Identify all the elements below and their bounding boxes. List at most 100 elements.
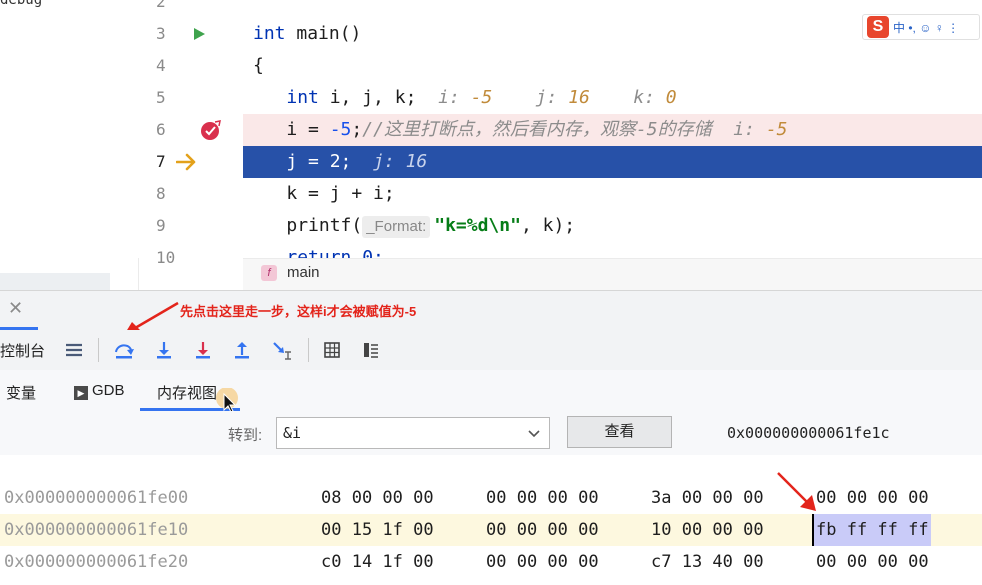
chevron-down-icon[interactable]: [527, 426, 541, 440]
memory-table[interactable]: 0x000000000061fe00 08 00 00 00 00 00 00 …: [0, 455, 982, 585]
execution-point-arrow-icon: [176, 153, 196, 171]
code-text: j = 2;: [286, 151, 352, 172]
run-to-cursor-icon[interactable]: [268, 336, 296, 364]
line-gutter[interactable]: 2 3 4 5 6 7 8 9 10: [138, 0, 243, 267]
goto-address-input[interactable]: &i: [276, 417, 550, 449]
console-tab[interactable]: 控制台: [0, 340, 45, 361]
ime-toolbar[interactable]: S 中 •, ☺ ♀ ⋮: [862, 14, 980, 40]
code-line[interactable]: {: [253, 50, 982, 82]
breadcrumb-item[interactable]: main: [287, 264, 320, 281]
code-line[interactable]: k = j + i;: [243, 178, 982, 210]
code-text: i =: [286, 119, 330, 140]
address-readout: 0x000000000061fe1c: [727, 424, 890, 442]
keyword: int: [253, 23, 286, 44]
function-icon: f: [261, 265, 277, 281]
byte-group[interactable]: 00 00 00 00: [486, 482, 599, 514]
debug-toolbar: 控制台: [0, 330, 982, 371]
keyword: int: [286, 87, 319, 108]
gutter-line[interactable]: 7: [138, 146, 243, 178]
line-number: 3: [156, 24, 166, 43]
breakpoint-icon[interactable]: [200, 119, 222, 141]
code-comment: //这里打断点，然后看内存，观察-5的存储: [362, 119, 712, 140]
string-literal: "k=%d\n": [434, 215, 521, 236]
code-line[interactable]: return 0;: [243, 242, 982, 258]
code-line-breakpoint[interactable]: i = -5;//这里打断点，然后看内存，观察-5的存储 i: -5: [243, 114, 982, 146]
number-literal: -5: [329, 119, 352, 140]
step-out-icon[interactable]: [228, 336, 256, 364]
step-over-icon[interactable]: [110, 336, 138, 364]
code-line-current[interactable]: j = 2; j: 16: [243, 146, 982, 178]
gutter-line[interactable]: 5: [138, 82, 243, 114]
gutter-line[interactable]: 10: [138, 242, 243, 274]
tab-variables[interactable]: 变量: [6, 382, 36, 403]
debug-subtabs: 变量 ▶ GDB 内存视图: [0, 370, 982, 413]
byte-group[interactable]: c7 13 40 00: [651, 546, 764, 578]
tab-gdb[interactable]: ▶ GDB: [74, 382, 125, 400]
close-icon[interactable]: ✕: [8, 298, 23, 319]
byte-group[interactable]: 00 00 00 00: [486, 546, 599, 578]
code-line[interactable]: int i, j, k; i: -5 j: 16 k: 0: [243, 82, 982, 114]
parameter-hint: _Format:: [362, 216, 431, 238]
code-line[interactable]: printf(_Format: "k=%d\n", k);: [243, 210, 982, 242]
line-number: 9: [156, 216, 166, 235]
line-number: 2: [156, 0, 166, 11]
evaluate-table-icon[interactable]: [318, 336, 346, 364]
inline-value-hint: i: -5 j: 16 k: 0: [438, 87, 677, 108]
tab-label: GDB: [92, 382, 125, 399]
gutter-line[interactable]: 3: [138, 18, 243, 50]
line-number: 10: [156, 248, 176, 267]
code-text: ;: [351, 119, 363, 140]
byte-group[interactable]: 00 00 00 00: [486, 514, 599, 546]
gutter-line[interactable]: 9: [138, 210, 243, 242]
table-row[interactable]: 0x000000000061fe00 08 00 00 00 00 00 00 …: [0, 482, 982, 514]
ime-logo-icon: S: [867, 16, 889, 38]
byte-group[interactable]: 00 00 00 00: [816, 482, 929, 514]
ime-status-text: 中 •, ☺ ♀ ⋮: [893, 20, 960, 35]
toolbar-separator: [308, 338, 309, 362]
memory-address: 0x000000000061fe00: [4, 488, 189, 508]
view-button[interactable]: 查看: [567, 416, 672, 448]
memory-view-controls: 转到: &i 查看 0x000000000061fe1c: [0, 411, 982, 455]
debug-tab-bar: ✕ 先点击这里走一步，这样i才会被赋值为-5: [0, 290, 982, 335]
inline-value-hint: i: -5: [733, 119, 788, 140]
code-text: , k);: [520, 215, 576, 236]
byte-group[interactable]: 00 00 00 00: [816, 546, 929, 578]
annotation-text: 先点击这里走一步，这样i才会被赋值为-5: [180, 304, 417, 319]
gutter-line[interactable]: 6: [138, 114, 243, 146]
byte-group[interactable]: c0 14 1f 00: [321, 546, 434, 578]
goto-address-value: &i: [283, 424, 302, 442]
goto-label: 转到:: [228, 427, 263, 444]
gutter-line[interactable]: 2: [138, 0, 243, 18]
layout-icon[interactable]: [357, 336, 385, 364]
step-into-icon[interactable]: [150, 336, 178, 364]
terminal-icon: ▶: [74, 386, 88, 400]
code-editor: debug 2 3 4 5 6 7 8 9 10 int main() { in…: [0, 0, 982, 291]
code-text: {: [253, 55, 264, 76]
table-row[interactable]: 0x000000000061fe20 c0 14 1f 00 00 00 00 …: [0, 546, 982, 578]
line-number: 4: [156, 56, 166, 75]
byte-group[interactable]: 00 15 1f 00: [321, 514, 434, 546]
line-number: 7: [156, 152, 166, 171]
code-text: main(): [285, 23, 362, 44]
run-icon[interactable]: [192, 27, 206, 41]
force-step-into-icon[interactable]: [189, 336, 217, 364]
gutter-line[interactable]: 8: [138, 178, 243, 210]
keyword: return 0;: [286, 247, 384, 258]
table-row[interactable]: 0x000000000061fe10 00 15 1f 00 00 00 00 …: [0, 514, 982, 546]
gutter-line[interactable]: 4: [138, 50, 243, 82]
memory-address: 0x000000000061fe20: [4, 552, 189, 572]
tab-memory-view[interactable]: 内存视图: [157, 382, 217, 403]
line-number: 8: [156, 184, 166, 203]
byte-group[interactable]: 08 00 00 00: [321, 482, 434, 514]
byte-group-selected[interactable]: fb ff ff ff: [812, 514, 931, 546]
byte-group[interactable]: 3a 00 00 00: [651, 482, 764, 514]
code-text: printf(: [286, 215, 363, 236]
tool-window-label: debug: [0, 0, 43, 8]
breadcrumb: f main: [243, 258, 982, 291]
tool-window-band: [0, 273, 110, 290]
byte-group[interactable]: 10 00 00 00: [651, 514, 764, 546]
toolbar-separator: [98, 338, 99, 362]
menu-icon[interactable]: [60, 336, 88, 364]
memory-address: 0x000000000061fe10: [4, 520, 189, 540]
inline-value-hint: j: 16: [373, 151, 428, 172]
